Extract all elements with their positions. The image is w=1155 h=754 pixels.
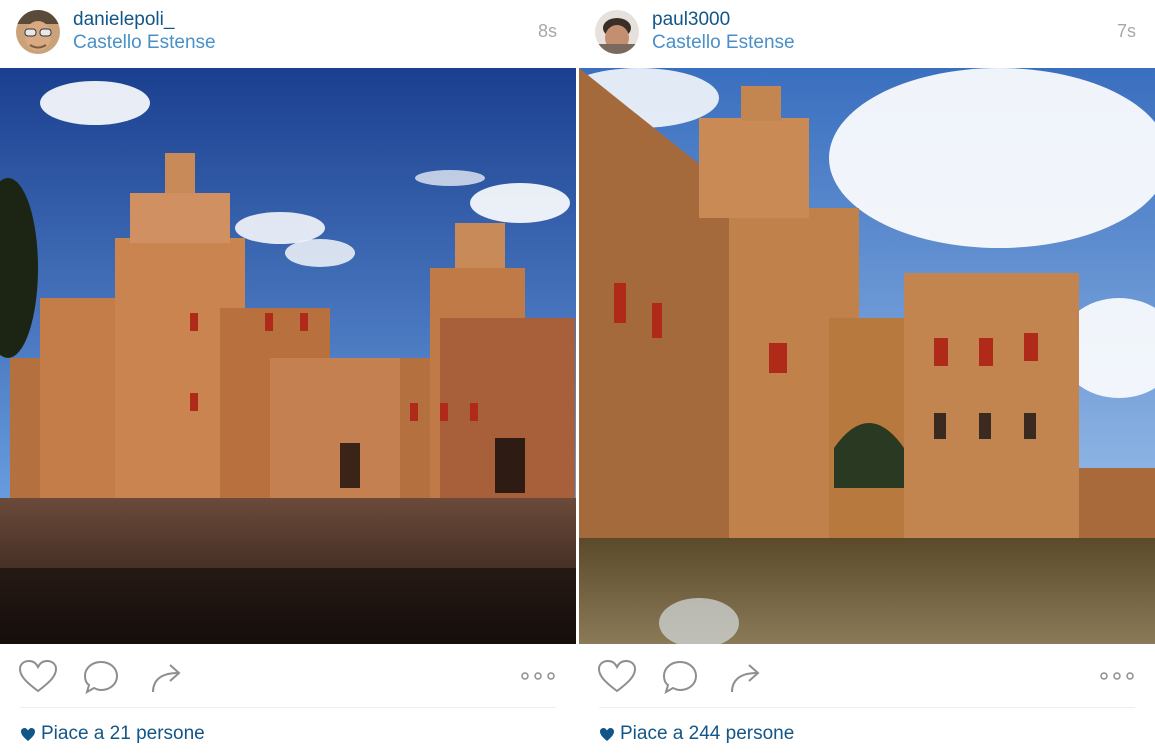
post-header: paul3000 Castello Estense 7s — [579, 0, 1155, 68]
comment-bubble-icon[interactable] — [661, 659, 701, 695]
heart-icon[interactable] — [597, 659, 637, 695]
share-arrow-icon[interactable] — [148, 659, 188, 695]
location-link[interactable]: Castello Estense — [73, 32, 216, 54]
more-options-icon[interactable] — [520, 666, 556, 686]
heart-icon[interactable] — [18, 659, 58, 695]
avatar[interactable] — [16, 10, 60, 54]
share-arrow-icon[interactable] — [727, 659, 767, 695]
username[interactable]: paul3000 — [652, 9, 730, 31]
divider — [20, 707, 556, 708]
likes-count[interactable]: Piace a 21 persone — [20, 720, 205, 748]
location-link[interactable]: Castello Estense — [652, 32, 795, 54]
likes-count[interactable]: Piace a 244 persone — [599, 720, 794, 748]
more-options-icon[interactable] — [1099, 666, 1135, 686]
username[interactable]: danielepoli_ — [73, 9, 174, 31]
post-photo[interactable] — [0, 68, 576, 644]
post-card: paul3000 Castello Estense 7s Piace a 244… — [579, 0, 1155, 754]
likes-text: Piace a 21 persone — [41, 723, 205, 744]
timestamp: 7s — [1116, 21, 1136, 41]
small-heart-icon — [21, 727, 35, 741]
timestamp: 8s — [537, 21, 557, 41]
comment-bubble-icon[interactable] — [82, 659, 122, 695]
post-actions — [579, 644, 1155, 706]
post-photo[interactable] — [579, 68, 1155, 644]
feed: danielepoli_ Castello Estense 8s Piace a… — [0, 0, 1155, 754]
post-card: danielepoli_ Castello Estense 8s Piace a… — [0, 0, 576, 754]
post-actions — [0, 644, 576, 706]
post-header: danielepoli_ Castello Estense 8s — [0, 0, 576, 68]
divider — [599, 707, 1135, 708]
small-heart-icon — [600, 727, 614, 741]
likes-text: Piace a 244 persone — [620, 723, 795, 744]
avatar[interactable] — [595, 10, 639, 54]
